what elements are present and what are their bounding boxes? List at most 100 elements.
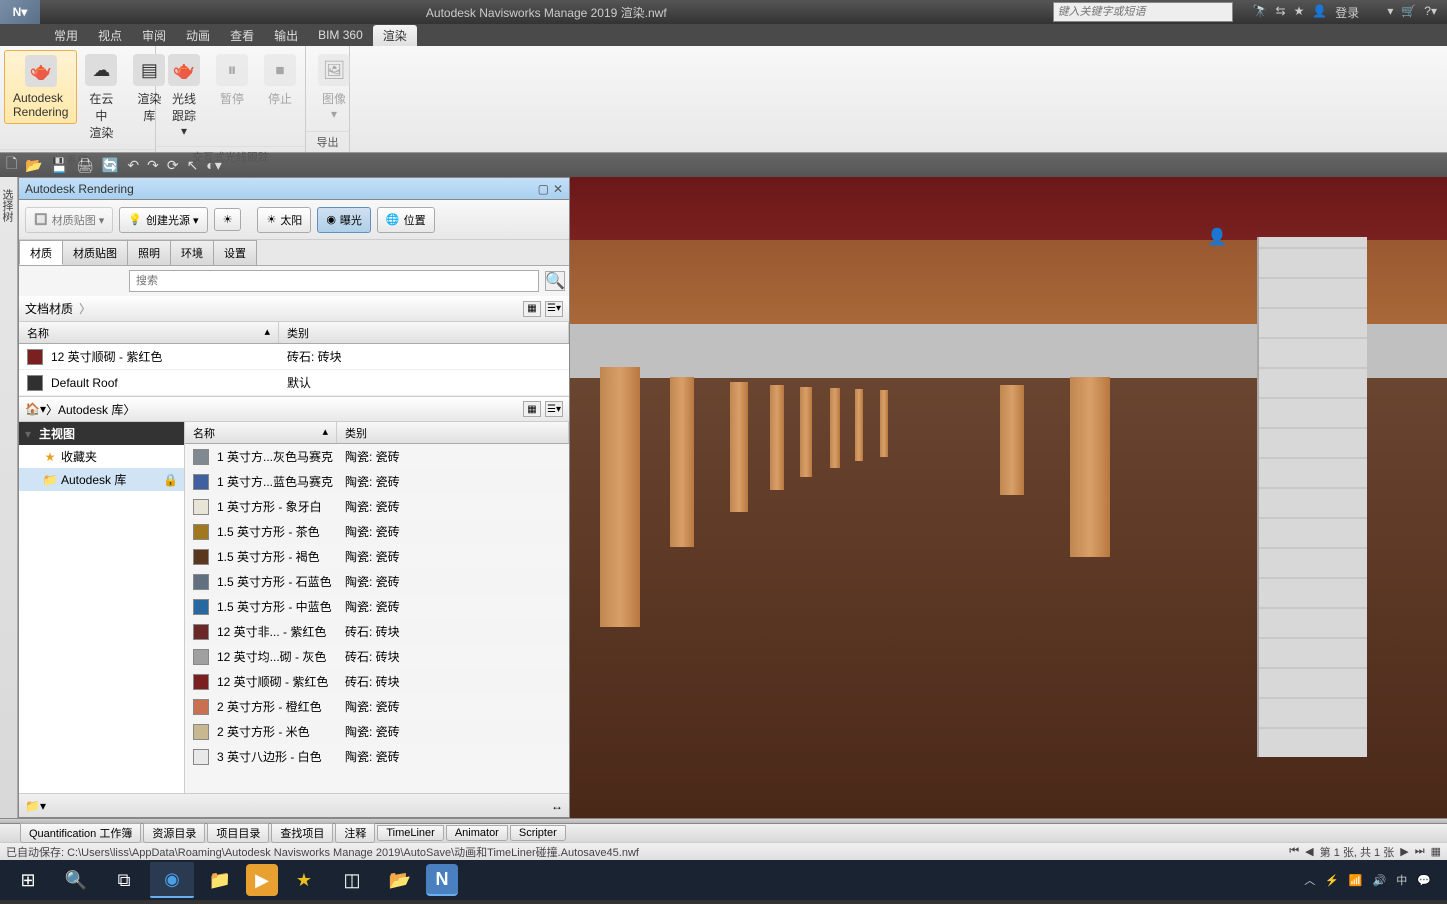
list-view-icon[interactable]: ☰▾: [545, 301, 563, 317]
ribbon-cloud-render[interactable]: ☁在云中 渲染: [77, 50, 125, 145]
menu-item[interactable]: 输出: [264, 25, 308, 46]
tab-environment[interactable]: 环境: [170, 240, 214, 265]
lib-row[interactable]: 12 英寸顺砌 - 紫红色砖石: 砖块: [185, 669, 569, 694]
menu-item-render[interactable]: 渲染: [373, 25, 417, 46]
menu-item[interactable]: BIM 360: [308, 26, 373, 44]
player-button[interactable]: ▶: [246, 864, 278, 896]
tray-notifications-icon[interactable]: 💬: [1417, 874, 1431, 887]
menu-item[interactable]: 视点: [88, 25, 132, 46]
menu-item[interactable]: 审阅: [132, 25, 176, 46]
create-light-btn[interactable]: 💡 创建光源 ▾: [119, 207, 207, 233]
col-name[interactable]: 名称: [27, 328, 49, 340]
lib-row[interactable]: 12 英寸非... - 紫红色砖石: 砖块: [185, 619, 569, 644]
tab-settings[interactable]: 设置: [213, 240, 257, 265]
tray-network-icon[interactable]: ⚡: [1325, 874, 1339, 887]
tray-ime-icon[interactable]: 中: [1396, 872, 1407, 888]
tab-lighting[interactable]: 照明: [127, 240, 171, 265]
col-name[interactable]: 名称: [193, 428, 215, 440]
refresh2-icon[interactable]: ⟳: [167, 157, 179, 174]
bottom-tab[interactable]: Quantification 工作簿: [20, 823, 141, 843]
cart-icon[interactable]: 🛒: [1401, 4, 1416, 21]
help-search-input[interactable]: [1053, 2, 1233, 22]
navisworks-button[interactable]: N: [426, 864, 458, 896]
bottom-tab[interactable]: Animator: [446, 825, 508, 841]
app-button[interactable]: ◫: [330, 862, 374, 898]
bottom-tab[interactable]: 查找项目: [271, 823, 333, 843]
menu-item[interactable]: 查看: [220, 25, 264, 46]
open-icon[interactable]: 📂: [25, 157, 42, 174]
material-search-input[interactable]: [129, 270, 539, 292]
bottom-tab[interactable]: Scripter: [510, 825, 566, 841]
share-icon[interactable]: ⇆: [1276, 4, 1286, 21]
pin-icon[interactable]: ▢: [538, 182, 549, 196]
col-cat[interactable]: 类别: [337, 422, 569, 443]
app-logo[interactable]: N▾: [0, 0, 40, 24]
tray-chevron-icon[interactable]: ︿: [1304, 872, 1315, 888]
menu-item[interactable]: 动画: [176, 25, 220, 46]
edge-button[interactable]: ◉: [150, 862, 194, 898]
pager-first-icon[interactable]: ⏮: [1289, 845, 1299, 858]
star-icon[interactable]: ★: [1294, 4, 1305, 21]
3d-viewport[interactable]: 👤: [570, 177, 1447, 818]
tree-autodesk-lib[interactable]: 📁Autodesk 库🔒: [19, 468, 184, 491]
search-icon[interactable]: 🔍: [545, 271, 565, 291]
col-cat[interactable]: 类别: [279, 322, 569, 343]
left-tab-select-tree[interactable]: 选择树: [0, 181, 17, 814]
cursor-icon[interactable]: ↖: [187, 157, 199, 174]
redo-icon[interactable]: ↷: [147, 157, 159, 174]
lib-row[interactable]: 3 英寸八边形 - 白色陶瓷: 瓷砖: [185, 744, 569, 769]
breadcrumb-text[interactable]: Autodesk 库: [58, 401, 123, 418]
login-label[interactable]: 登录: [1335, 4, 1359, 21]
table-row[interactable]: Default Roof 默认: [19, 370, 569, 396]
resize-icon[interactable]: ↔: [551, 799, 563, 813]
close-icon[interactable]: ✕: [553, 182, 563, 196]
new-icon[interactable]: 🗋: [6, 153, 17, 177]
exposure-btn[interactable]: ◉ 曝光: [317, 207, 371, 233]
save-icon[interactable]: 💾: [51, 157, 68, 174]
folder-icon[interactable]: 📁▾: [25, 799, 46, 813]
lib-row[interactable]: 1 英寸方...灰色马赛克陶瓷: 瓷砖: [185, 444, 569, 469]
pager-prev-icon[interactable]: ◀: [1305, 845, 1313, 858]
pager-last-icon[interactable]: ⏭: [1415, 845, 1425, 858]
panel-header[interactable]: Autodesk Rendering ▢ ✕: [19, 178, 569, 200]
pager-grid-icon[interactable]: ▦: [1431, 845, 1441, 858]
chevron-right-icon[interactable]: 〉: [79, 300, 91, 317]
grid-view-icon[interactable]: ▦: [523, 401, 541, 417]
tab-material[interactable]: 材质: [19, 240, 63, 265]
lib-row[interactable]: 1.5 英寸方形 - 石蓝色陶瓷: 瓷砖: [185, 569, 569, 594]
dropdown-icon[interactable]: ◐▾: [206, 157, 221, 174]
chevron-right-icon[interactable]: 〉: [123, 401, 135, 418]
search-button[interactable]: 🔍: [54, 862, 98, 898]
lib-row[interactable]: 1.5 英寸方形 - 中蓝色陶瓷: 瓷砖: [185, 594, 569, 619]
table-row[interactable]: 12 英寸顺砌 - 紫红色 砖石: 砖块: [19, 344, 569, 370]
bottom-tab[interactable]: 项目目录: [207, 823, 269, 843]
lib-row[interactable]: 1 英寸方形 - 象牙白陶瓷: 瓷砖: [185, 494, 569, 519]
ribbon-raytrace[interactable]: 🫖光线跟踪 ▾: [160, 50, 208, 142]
exchange-icon[interactable]: ▾: [1387, 4, 1393, 21]
lib-row[interactable]: 1.5 英寸方形 - 茶色陶瓷: 瓷砖: [185, 519, 569, 544]
bottom-tab[interactable]: 资源目录: [143, 823, 205, 843]
refresh-icon[interactable]: 🔄: [102, 157, 119, 174]
list-view-icon[interactable]: ☰▾: [545, 401, 563, 417]
grid-view-icon[interactable]: ▦: [523, 301, 541, 317]
tree-favorites[interactable]: ★收藏夹: [19, 445, 184, 468]
tray-volume-icon[interactable]: 🔊: [1373, 874, 1387, 887]
tray-wifi-icon[interactable]: 📶: [1349, 874, 1363, 887]
sun-pos-btn[interactable]: ☀: [214, 208, 242, 231]
ribbon-autodesk-rendering[interactable]: 🫖Autodesk Rendering: [4, 50, 77, 124]
star-button[interactable]: ★: [282, 862, 326, 898]
undo-icon[interactable]: ↶: [127, 157, 139, 174]
sun-btn[interactable]: ☀ 太阳: [257, 207, 311, 233]
location-btn[interactable]: 🌐 位置: [377, 207, 435, 233]
home-icon[interactable]: 🏠▾: [25, 402, 46, 416]
chevron-right-icon[interactable]: 〉: [46, 401, 58, 418]
binoculars-icon[interactable]: 🔭: [1253, 4, 1268, 21]
menu-item[interactable]: 常用: [44, 25, 88, 46]
lib-row[interactable]: 2 英寸方形 - 橙红色陶瓷: 瓷砖: [185, 694, 569, 719]
pager-next-icon[interactable]: ▶: [1400, 845, 1408, 858]
breadcrumb-text[interactable]: 文档材质: [25, 300, 73, 317]
bottom-tab[interactable]: 注释: [335, 823, 375, 843]
bottom-tab[interactable]: TimeLiner: [377, 825, 444, 841]
tree-root[interactable]: ▾主视图: [19, 422, 184, 445]
lib-row[interactable]: 12 英寸均...砌 - 灰色砖石: 砖块: [185, 644, 569, 669]
